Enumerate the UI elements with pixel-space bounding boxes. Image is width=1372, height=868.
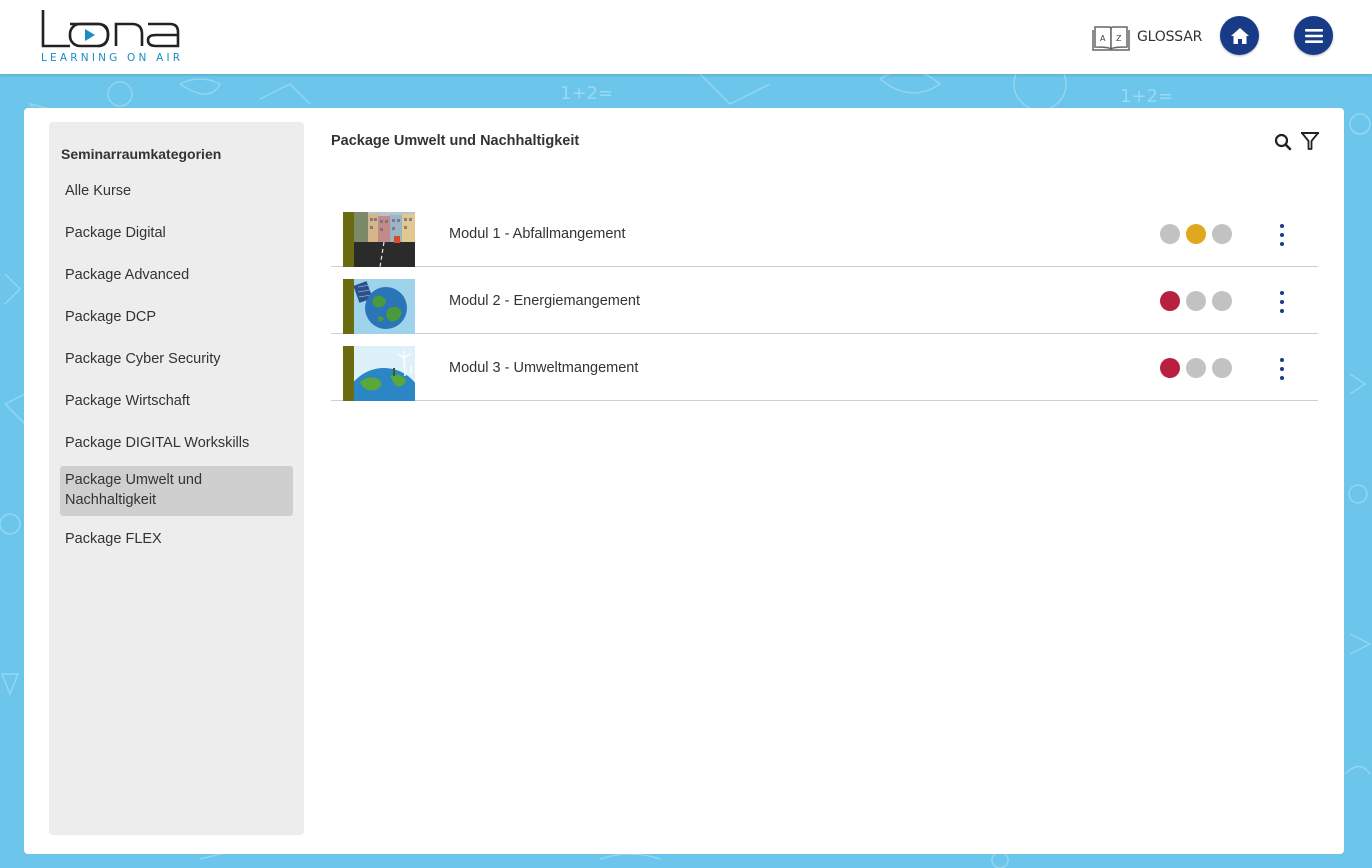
module-title: Modul 2 - Energiemangement bbox=[449, 293, 641, 309]
module-thumbnail bbox=[343, 279, 415, 334]
category-list: Alle Kurse Package Digital Package Advan… bbox=[60, 172, 293, 562]
status-dot bbox=[1212, 358, 1232, 378]
sidebar-item-package-digital[interactable]: Package Digital bbox=[60, 214, 293, 253]
status-dot bbox=[1160, 358, 1180, 378]
glossar-button[interactable]: A Z GLOSSAR bbox=[1092, 22, 1202, 52]
top-header: LEARNING ON AIR A Z GLOSSAR bbox=[0, 0, 1372, 74]
page-title: Package Umwelt und Nachhaltigkeit bbox=[331, 133, 580, 149]
search-icon[interactable] bbox=[1274, 133, 1292, 151]
module-row[interactable]: Modul 3 - Umweltmangement bbox=[331, 334, 1318, 401]
home-icon bbox=[1230, 27, 1249, 44]
more-options-icon[interactable] bbox=[1273, 358, 1291, 380]
glossar-label: GLOSSAR bbox=[1137, 29, 1203, 45]
logo-tagline: LEARNING ON AIR bbox=[41, 52, 184, 64]
svg-text:Z: Z bbox=[1116, 34, 1122, 43]
svg-text:1+2=: 1+2= bbox=[1120, 86, 1173, 107]
more-options-icon[interactable] bbox=[1273, 291, 1291, 313]
sidebar-item-alle-kurse[interactable]: Alle Kurse bbox=[60, 172, 293, 211]
module-row[interactable]: Modul 1 - Abfallmangement bbox=[331, 200, 1318, 267]
home-button[interactable] bbox=[1220, 16, 1259, 55]
street-buildings-image bbox=[354, 212, 415, 267]
module-row[interactable]: Modul 2 - Energiemangement bbox=[331, 267, 1318, 334]
hamburger-menu-icon bbox=[1304, 28, 1323, 43]
thumbnail-stripe bbox=[343, 279, 354, 334]
status-dot bbox=[1160, 224, 1180, 244]
status-dot bbox=[1186, 358, 1206, 378]
status-dot bbox=[1212, 291, 1232, 311]
status-indicators bbox=[1160, 291, 1238, 311]
main-card: Seminarraumkategorien Alle Kurse Package… bbox=[24, 108, 1344, 854]
more-options-icon[interactable] bbox=[1273, 224, 1291, 246]
module-list: Modul 1 - Abfallmangement Modul 2 - Ener… bbox=[331, 200, 1318, 401]
sidebar-item-package-umwelt[interactable]: Package Umwelt und Nachhaltigkeit bbox=[60, 466, 293, 516]
lona-logo[interactable]: LEARNING ON AIR bbox=[40, 8, 182, 66]
thumbnail-stripe bbox=[343, 212, 354, 267]
status-dot bbox=[1186, 291, 1206, 311]
status-indicators bbox=[1160, 224, 1238, 244]
sidebar-title: Seminarraumkategorien bbox=[61, 146, 222, 162]
status-dot bbox=[1186, 224, 1206, 244]
sidebar-item-package-advanced[interactable]: Package Advanced bbox=[60, 256, 293, 295]
earth-solar-image bbox=[354, 279, 415, 334]
status-dot bbox=[1212, 224, 1232, 244]
sidebar-item-package-dcp[interactable]: Package DCP bbox=[60, 298, 293, 337]
status-indicators bbox=[1160, 358, 1238, 378]
thumbnail-stripe bbox=[343, 346, 354, 401]
earth-windmill-image bbox=[354, 346, 415, 401]
sidebar-item-package-flex[interactable]: Package FLEX bbox=[60, 520, 293, 559]
main-menu-button[interactable] bbox=[1294, 16, 1333, 55]
module-thumbnail bbox=[343, 346, 415, 401]
sidebar-item-package-digital-workskills[interactable]: Package DIGITAL Workskills bbox=[60, 424, 293, 463]
filter-icon[interactable] bbox=[1300, 131, 1320, 151]
status-dot bbox=[1160, 291, 1180, 311]
book-az-icon: A Z bbox=[1092, 26, 1130, 51]
svg-text:A: A bbox=[1100, 34, 1106, 43]
module-title: Modul 1 - Abfallmangement bbox=[449, 226, 626, 242]
svg-text:1+2=: 1+2= bbox=[560, 83, 613, 104]
module-thumbnail bbox=[343, 212, 415, 267]
sidebar-item-package-cyber-security[interactable]: Package Cyber Security bbox=[60, 340, 293, 379]
sidebar-item-package-wirtschaft[interactable]: Package Wirtschaft bbox=[60, 382, 293, 421]
category-sidebar: Seminarraumkategorien Alle Kurse Package… bbox=[49, 122, 304, 835]
lona-logo-mark bbox=[41, 10, 180, 48]
module-title: Modul 3 - Umweltmangement bbox=[449, 360, 639, 376]
